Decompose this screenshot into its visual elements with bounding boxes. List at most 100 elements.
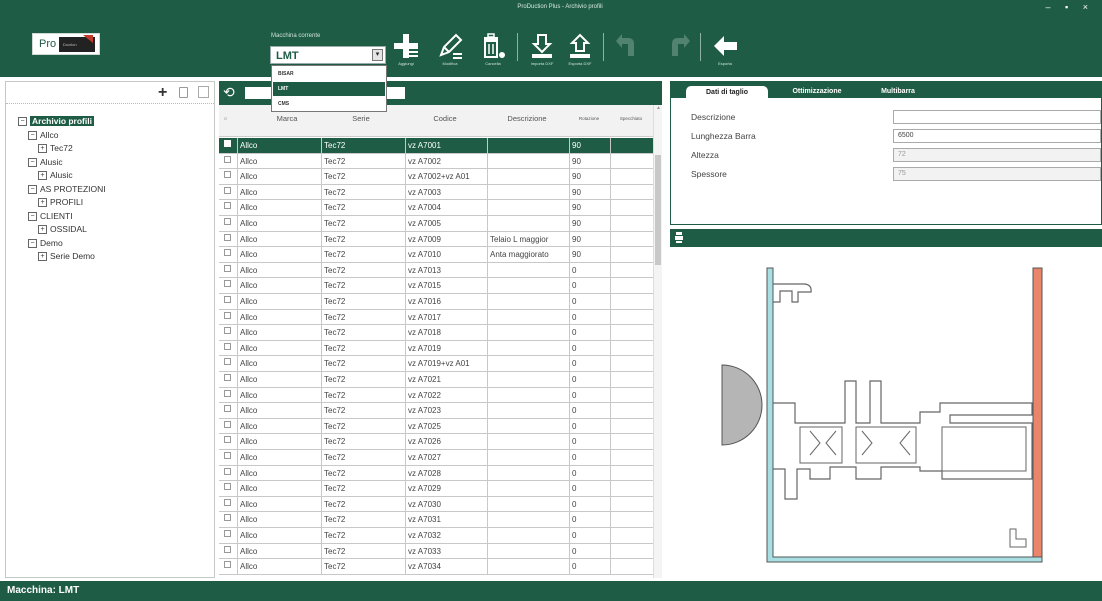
column-specchiato[interactable]: Specchiato xyxy=(610,116,652,121)
machine-option[interactable]: CMS xyxy=(273,97,385,111)
window-controls[interactable]: – ▪ × xyxy=(1046,2,1094,12)
table-row[interactable]: Allco Tec72 vz A7026 0 xyxy=(219,434,653,450)
machine-option[interactable]: BISAR xyxy=(273,67,385,81)
table-row[interactable]: Allco Tec72 vz A7025 0 xyxy=(219,418,653,435)
expand-icon[interactable]: + xyxy=(38,225,47,235)
table-row[interactable]: Allco Tec72 vz A7029 0 xyxy=(219,481,653,497)
row-checkbox[interactable] xyxy=(224,498,231,506)
table-row[interactable]: Allco Tec72 vz A7019+vz A01 0 xyxy=(219,356,653,372)
exit-button[interactable]: Esporta xyxy=(706,30,744,68)
select-all-checkbox[interactable]: ▫ xyxy=(224,114,227,123)
row-checkbox[interactable] xyxy=(224,264,231,272)
column-rotazione[interactable]: Rotazione xyxy=(569,116,609,121)
machine-select[interactable]: LMT ▾ xyxy=(270,46,386,64)
tree-node[interactable]: + Tec72 xyxy=(38,142,73,154)
table-row[interactable]: Allco Tec72 vz A7002 90 xyxy=(219,153,653,170)
column-marca[interactable]: Marca xyxy=(257,114,317,123)
table-scrollbar[interactable]: ▲ xyxy=(653,105,662,578)
redo-button[interactable] xyxy=(659,30,697,68)
table-row[interactable]: Allco Tec72 vz A7005 90 xyxy=(219,216,653,232)
row-checkbox[interactable] xyxy=(224,311,231,319)
row-checkbox[interactable] xyxy=(224,545,231,553)
column-codice[interactable]: Codice xyxy=(405,114,485,123)
row-checkbox[interactable] xyxy=(224,358,231,366)
table-row[interactable]: Allco Tec72 vz A7013 0 xyxy=(219,262,653,279)
tree-node[interactable]: + Alusic xyxy=(38,169,73,181)
machine-dropdown[interactable]: BISAR LMT CMS xyxy=(271,65,387,112)
edit-button[interactable]: Modifica xyxy=(431,30,469,68)
row-checkbox[interactable] xyxy=(224,514,231,522)
collapse-icon[interactable]: − xyxy=(28,211,37,221)
row-checkbox[interactable] xyxy=(224,327,231,335)
row-checkbox[interactable] xyxy=(224,249,231,257)
tree-node[interactable]: − AS PROTEZIONI xyxy=(28,183,106,195)
scroll-up-icon[interactable]: ▲ xyxy=(655,105,662,113)
row-checkbox[interactable] xyxy=(224,202,231,210)
table-row[interactable]: Allco Tec72 vz A7032 0 xyxy=(219,528,653,544)
table-row[interactable]: Allco Tec72 vz A7030 0 xyxy=(219,496,653,513)
row-checkbox[interactable] xyxy=(224,171,231,179)
row-checkbox[interactable] xyxy=(224,436,231,444)
row-checkbox[interactable] xyxy=(224,561,231,569)
collapse-icon[interactable]: − xyxy=(28,238,37,248)
table-row[interactable]: Allco Tec72 vz A7019 0 xyxy=(219,340,653,357)
tab-multibarra[interactable]: Multibarra xyxy=(863,85,933,98)
table-row[interactable]: Allco Tec72 vz A7010 Anta maggiorato 90 xyxy=(219,247,653,263)
table-row[interactable]: Allco Tec72 vz A7018 0 xyxy=(219,325,653,341)
table-row[interactable]: Allco Tec72 vz A7002+vz A01 90 xyxy=(219,169,653,185)
tab-ottimizzazione[interactable]: Ottimizzazione xyxy=(773,85,861,98)
table-row[interactable]: Allco Tec72 vz A7021 0 xyxy=(219,372,653,388)
table-row[interactable]: Allco Tec72 vz A7027 0 xyxy=(219,450,653,466)
tree-node[interactable]: − Demo xyxy=(28,237,63,249)
table-row[interactable]: Allco Tec72 vz A7034 0 xyxy=(219,559,653,575)
row-checkbox[interactable] xyxy=(224,296,231,303)
expand-icon[interactable]: + xyxy=(38,144,47,154)
table-row[interactable]: Allco Tec72 vz A7033 0 xyxy=(219,543,653,560)
table-row[interactable]: Allco Tec72 vz A7015 0 xyxy=(219,278,653,294)
field-input[interactable]: 6500 xyxy=(893,129,1101,143)
column-descrizione[interactable]: Descrizione xyxy=(487,114,567,123)
collapse-icon[interactable]: − xyxy=(28,184,37,194)
tree-node[interactable]: + PROFILI xyxy=(38,196,83,208)
table-row[interactable]: Allco Tec72 vz A7022 0 xyxy=(219,387,653,404)
table-row[interactable]: Allco Tec72 vz A7004 90 xyxy=(219,200,653,216)
import-dxf-button[interactable]: Importa DXF xyxy=(523,30,561,68)
expand-icon[interactable]: + xyxy=(38,198,47,208)
row-checkbox[interactable] xyxy=(224,280,231,288)
row-checkbox[interactable] xyxy=(224,374,231,381)
refresh-icon[interactable]: ⟲ xyxy=(223,84,235,101)
export-dxf-button[interactable]: Esporta DXF xyxy=(561,30,599,68)
row-checkbox[interactable] xyxy=(224,452,231,459)
row-checkbox[interactable] xyxy=(224,483,231,491)
tree-node[interactable]: + OSSIDAL xyxy=(38,223,87,235)
collapse-icon[interactable]: − xyxy=(18,117,27,127)
tree-node[interactable]: − Allco xyxy=(28,129,58,141)
tree-node[interactable]: − CLIENTI xyxy=(28,210,73,222)
expand-icon[interactable]: + xyxy=(38,171,47,181)
copy-icon[interactable] xyxy=(198,86,209,98)
tab-dati-di-taglio[interactable]: Dati di taglio xyxy=(685,85,769,98)
chevron-down-icon[interactable]: ▾ xyxy=(372,49,383,61)
row-checkbox[interactable] xyxy=(224,140,231,147)
table-row[interactable]: Allco Tec72 vz A7028 0 xyxy=(219,465,653,482)
row-checkbox[interactable] xyxy=(224,186,231,194)
table-row[interactable]: Allco Tec72 vz A7016 0 xyxy=(219,294,653,310)
undo-button[interactable] xyxy=(609,30,647,68)
collapse-icon[interactable]: − xyxy=(28,130,37,140)
table-row[interactable]: Allco Tec72 vz A7003 90 xyxy=(219,184,653,201)
trash-icon[interactable] xyxy=(179,87,188,98)
scrollbar-thumb[interactable] xyxy=(655,155,661,265)
delete-button[interactable]: Cancella xyxy=(474,30,512,68)
row-checkbox[interactable] xyxy=(224,405,231,413)
table-row[interactable]: Allco Tec72 vz A7031 0 xyxy=(219,512,653,528)
expand-icon[interactable]: + xyxy=(38,252,47,262)
print-icon[interactable] xyxy=(675,232,683,243)
row-checkbox[interactable] xyxy=(224,389,231,397)
row-checkbox[interactable] xyxy=(224,342,231,350)
table-row[interactable]: Allco Tec72 vz A7017 0 xyxy=(219,309,653,326)
tree-node[interactable]: − Alusic xyxy=(28,156,63,168)
table-row[interactable]: Allco Tec72 vz A7023 0 xyxy=(219,403,653,419)
row-checkbox[interactable] xyxy=(224,218,231,225)
collapse-icon[interactable]: − xyxy=(28,157,37,167)
table-row[interactable]: Allco Tec72 vz A7001 90 xyxy=(219,138,653,154)
